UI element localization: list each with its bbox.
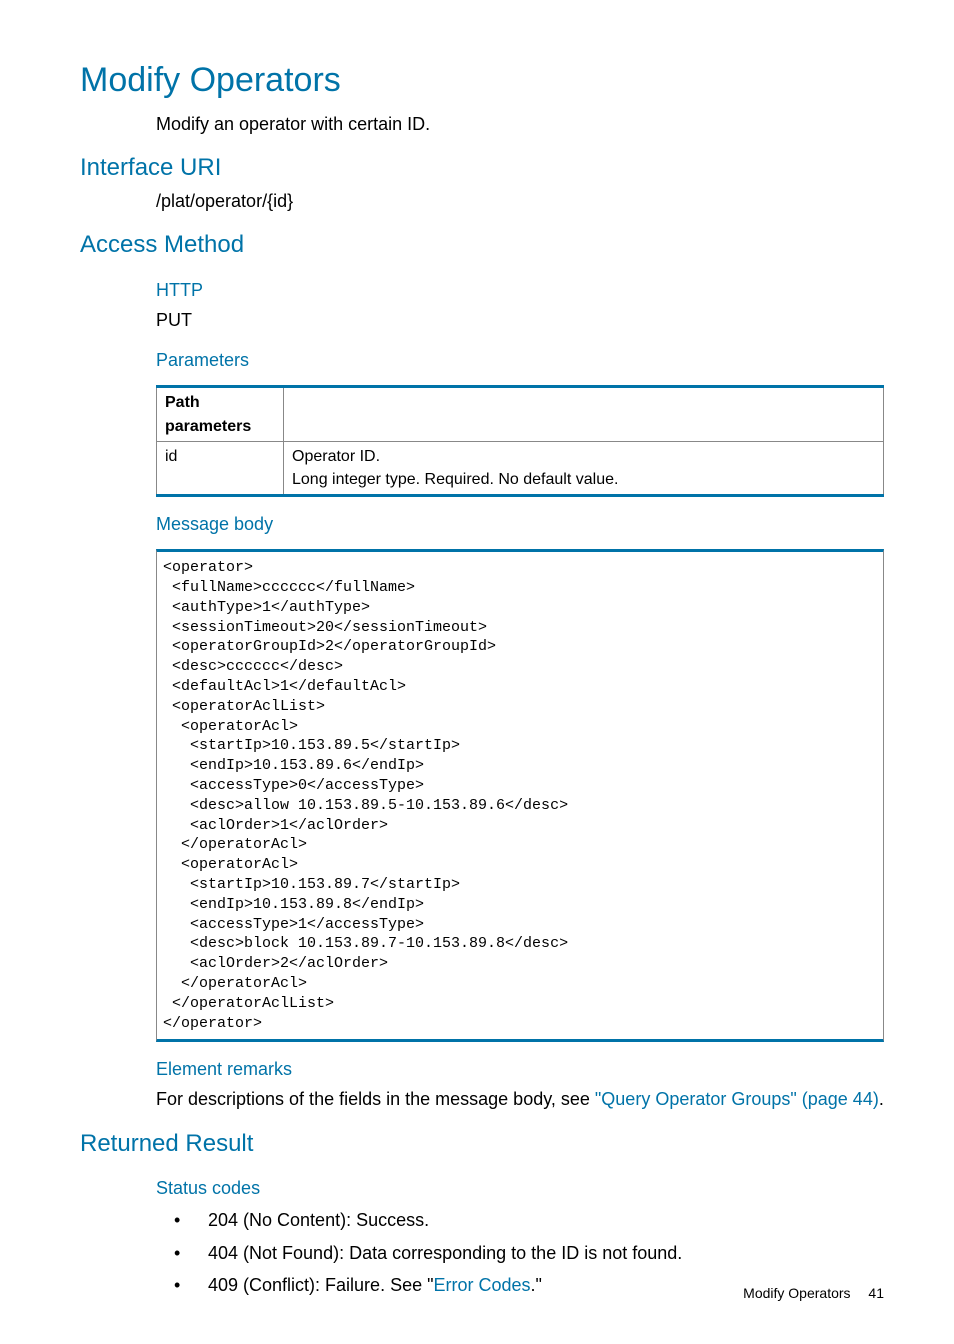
list-item: 404 (Not Found): Data corresponding to t… (156, 1240, 884, 1266)
interface-uri-heading: Interface URI (80, 151, 884, 186)
parameters-table: Path parameters id Operator ID. Long int… (156, 385, 884, 497)
status-codes-label: Status codes (156, 1175, 884, 1201)
element-remarks-label: Element remarks (156, 1056, 884, 1082)
interface-uri-value: /plat/operator/{id} (156, 188, 884, 214)
http-value: PUT (156, 307, 884, 333)
status-item-text: 404 (Not Found): Data corresponding to t… (208, 1243, 682, 1263)
element-remarks-text: For descriptions of the fields in the me… (156, 1086, 884, 1112)
footer-section: Modify Operators (743, 1285, 850, 1301)
element-remarks-suffix: . (879, 1089, 884, 1109)
query-operator-groups-link[interactable]: "Query Operator Groups" (page 44) (595, 1089, 879, 1109)
param-desc-line2: Long integer type. Required. No default … (292, 468, 875, 491)
list-item: 204 (No Content): Success. (156, 1207, 884, 1233)
parameters-label: Parameters (156, 347, 884, 373)
intro-text: Modify an operator with certain ID. (156, 111, 884, 137)
page-title: Modify Operators (80, 56, 884, 105)
table-row: id Operator ID. Long integer type. Requi… (157, 441, 884, 495)
table-header-spacer (284, 387, 884, 441)
page-footer: Modify Operators 41 (743, 1283, 884, 1303)
element-remarks-prefix: For descriptions of the fields in the me… (156, 1089, 595, 1109)
param-desc-line1: Operator ID. (292, 445, 875, 468)
param-name: id (157, 441, 284, 495)
message-body-label: Message body (156, 511, 884, 537)
table-header: Path parameters (157, 387, 284, 441)
status-item-text: 204 (No Content): Success. (208, 1210, 429, 1230)
error-codes-link[interactable]: Error Codes (433, 1275, 530, 1295)
status-item-suffix: ." (531, 1275, 542, 1295)
access-method-heading: Access Method (80, 228, 884, 263)
message-body-code: <operator> <fullName>cccccc</fullName> <… (156, 549, 884, 1042)
returned-result-heading: Returned Result (80, 1127, 884, 1162)
http-label: HTTP (156, 277, 884, 303)
status-item-text: 409 (Conflict): Failure. See " (208, 1275, 433, 1295)
footer-page-number: 41 (868, 1285, 884, 1301)
param-desc: Operator ID. Long integer type. Required… (284, 441, 884, 495)
